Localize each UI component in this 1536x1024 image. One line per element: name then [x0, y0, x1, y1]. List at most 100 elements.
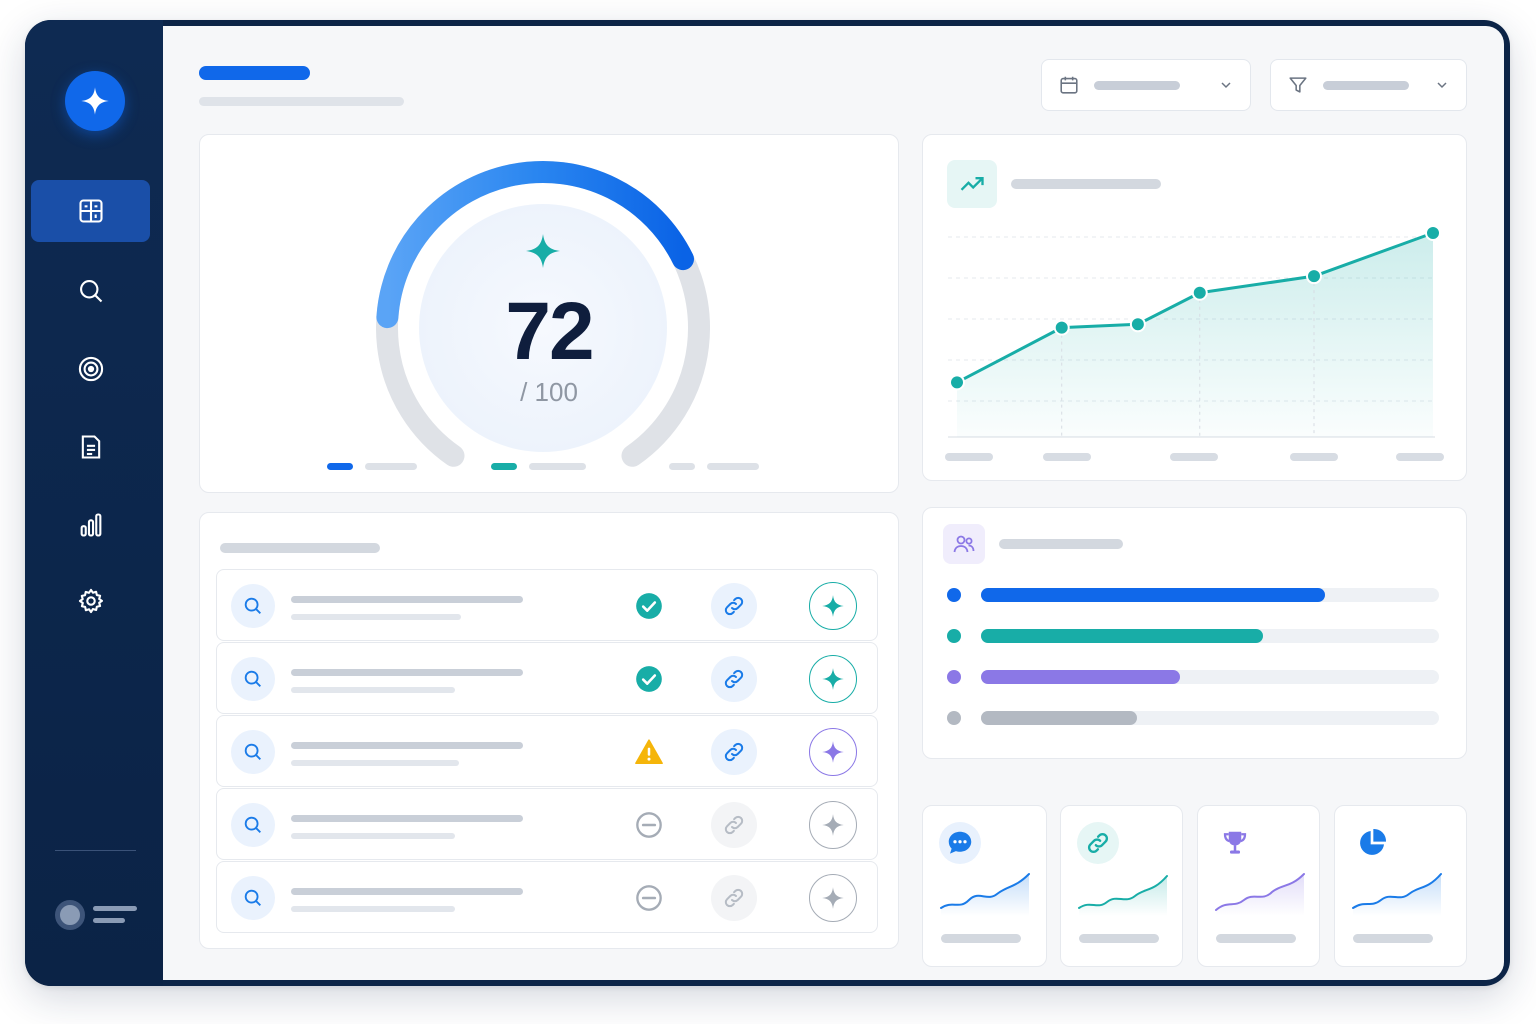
- bar-track: [981, 670, 1439, 684]
- search-icon: [244, 889, 261, 906]
- avatar: [55, 900, 85, 930]
- row-search-icon-badge: [231, 584, 275, 628]
- x-tick-label: [1170, 453, 1218, 461]
- trend-point[interactable]: [1306, 268, 1322, 285]
- trend-point[interactable]: [949, 374, 965, 391]
- minus-icon: [636, 885, 662, 911]
- sparkle-icon: [822, 741, 844, 763]
- sparkle-icon: [81, 87, 109, 115]
- bar-track: [981, 629, 1439, 643]
- breakdown-bar-row: [947, 711, 1439, 725]
- trend-chart-card: [922, 134, 1467, 481]
- list-item[interactable]: [216, 715, 878, 787]
- row-ai-button[interactable]: [809, 582, 857, 630]
- user-profile[interactable]: [55, 900, 145, 930]
- bar-fill: [981, 670, 1181, 684]
- legend-label-teal: [529, 463, 586, 470]
- legend-label-primary: [365, 463, 417, 470]
- row-search-icon-badge: [231, 730, 275, 774]
- row-ai-button[interactable]: [809, 728, 857, 776]
- trend-point[interactable]: [1129, 316, 1146, 333]
- row-search-icon-badge: [231, 657, 275, 701]
- bar-fill: [981, 588, 1325, 602]
- row-ai-button[interactable]: [809, 874, 857, 922]
- metric-mini-card[interactable]: [1060, 805, 1183, 967]
- row-search-icon-badge: [231, 876, 275, 920]
- row-link-button[interactable]: [711, 656, 757, 702]
- sidebar-item-settings[interactable]: [31, 570, 150, 632]
- search-icon: [244, 743, 261, 760]
- row-ai-button[interactable]: [809, 801, 857, 849]
- row-ai-button[interactable]: [809, 655, 857, 703]
- trend-point[interactable]: [1053, 319, 1070, 336]
- sparkline-area: [941, 874, 1029, 916]
- list-item[interactable]: [216, 788, 878, 860]
- breakdown-bar-row: [947, 588, 1439, 602]
- breakdown-bar-row: [947, 629, 1439, 643]
- metric-mini-card[interactable]: [922, 805, 1047, 967]
- row-search-icon-badge: [231, 803, 275, 847]
- row-title: [291, 888, 523, 895]
- mini-card-icon-badge: [939, 822, 981, 864]
- row-subtitle: [291, 760, 459, 766]
- legend-swatch-teal: [491, 463, 517, 470]
- row-status: [633, 663, 665, 695]
- sidebar-item-analytics[interactable]: [31, 494, 150, 556]
- warning-icon: [635, 739, 663, 764]
- calendar-icon: [1060, 76, 1078, 94]
- search-icon: [244, 816, 261, 833]
- filter-dropdown[interactable]: [1270, 59, 1467, 111]
- mini-card-icon-badge: [1077, 822, 1119, 864]
- x-tick-label: [1290, 453, 1338, 461]
- date-range-dropdown[interactable]: [1041, 59, 1251, 111]
- legend-swatch-gray: [669, 463, 695, 470]
- sidebar: [25, 20, 163, 986]
- sparkline-area: [1353, 874, 1441, 916]
- main-content: 72 / 100: [163, 26, 1504, 980]
- sparkline-area: [1079, 876, 1167, 916]
- trend-point[interactable]: [1425, 225, 1441, 241]
- row-link-button[interactable]: [711, 729, 757, 775]
- list-item[interactable]: [216, 861, 878, 933]
- sidebar-item-target[interactable]: [31, 338, 150, 400]
- trend-point[interactable]: [1191, 284, 1208, 301]
- breakdown-title: [999, 539, 1123, 549]
- minus-icon: [636, 812, 662, 838]
- row-status: [633, 736, 665, 768]
- document-icon: [81, 435, 100, 459]
- search-icon: [244, 670, 261, 687]
- sidebar-item-dashboard[interactable]: [31, 180, 150, 242]
- row-title: [291, 596, 523, 603]
- x-tick-label: [1043, 453, 1091, 461]
- bar-track: [981, 711, 1439, 725]
- row-link-button[interactable]: [711, 583, 757, 629]
- breakdown-card: [922, 507, 1467, 759]
- sparkline: [1352, 873, 1442, 916]
- sidebar-item-document[interactable]: [31, 416, 150, 478]
- sparkle-icon: [822, 887, 844, 909]
- legend-label-gray: [707, 463, 759, 470]
- app-logo[interactable]: [65, 71, 125, 131]
- row-title: [291, 742, 523, 749]
- item-list-card: [199, 512, 899, 949]
- bar-fill: [981, 711, 1137, 725]
- metric-mini-card[interactable]: [1197, 805, 1320, 967]
- row-subtitle: [291, 906, 455, 912]
- row-title: [291, 669, 523, 676]
- list-item[interactable]: [216, 569, 878, 641]
- metric-mini-card[interactable]: [1334, 805, 1467, 967]
- sidebar-item-search[interactable]: [31, 260, 150, 322]
- bar-legend-dot: [947, 711, 961, 725]
- mini-card-label: [1216, 934, 1296, 943]
- row-link-button[interactable]: [711, 875, 757, 921]
- user-role-placeholder: [93, 918, 125, 923]
- trophy-icon: [1223, 831, 1247, 854]
- link-icon: [724, 669, 744, 689]
- row-link-button[interactable]: [711, 802, 757, 848]
- dashboard-icon: [78, 199, 103, 223]
- page-title: [199, 66, 310, 80]
- list-item[interactable]: [216, 642, 878, 714]
- sidebar-divider: [55, 850, 136, 851]
- bar-track: [981, 588, 1439, 602]
- sparkline: [1078, 875, 1168, 916]
